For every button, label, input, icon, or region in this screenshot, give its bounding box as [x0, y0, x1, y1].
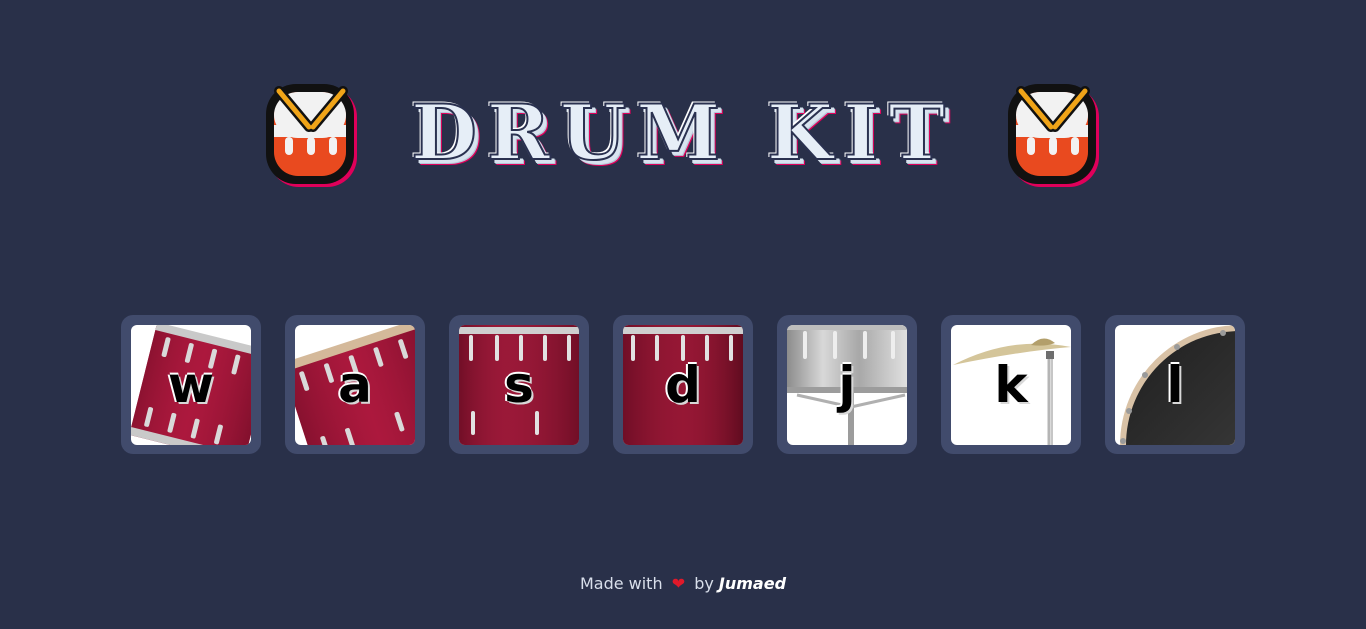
- key-letter: d: [665, 356, 701, 414]
- drum-key-k[interactable]: k: [941, 315, 1081, 454]
- kick-bass-image: l: [1115, 325, 1235, 445]
- key-letter: w: [167, 356, 215, 414]
- drum-key-j[interactable]: j: [777, 315, 917, 454]
- heart-icon: ❤: [671, 574, 686, 593]
- tom-4-image: d: [623, 325, 743, 445]
- drum-key-s[interactable]: s: [449, 315, 589, 454]
- tom-1-image: w: [131, 325, 251, 445]
- key-letter: a: [338, 356, 372, 414]
- header: DRUM KIT: [0, 74, 1366, 192]
- drum-key-a[interactable]: a: [285, 315, 425, 454]
- footer-by: by: [694, 574, 714, 593]
- snare-image: j: [787, 325, 907, 445]
- drum-key-d[interactable]: d: [613, 315, 753, 454]
- drum-key-row: w a s d j k l: [121, 315, 1245, 454]
- drum-with-sticks-icon: [265, 84, 357, 187]
- tom-2-image: a: [295, 325, 415, 445]
- drum-key-l[interactable]: l: [1105, 315, 1245, 454]
- footer: Made with ❤ by Jumaed: [0, 573, 1366, 595]
- key-letter: k: [994, 356, 1028, 414]
- key-letter: s: [504, 356, 534, 414]
- drum-with-sticks-icon: [1008, 84, 1100, 187]
- drum-key-w[interactable]: w: [121, 315, 261, 454]
- author-name[interactable]: Jumaed: [719, 574, 786, 593]
- key-letter: j: [838, 356, 856, 414]
- key-letter: l: [1166, 356, 1184, 414]
- crash-cymbal-image: k: [951, 325, 1071, 445]
- page-title: DRUM KIT: [410, 88, 956, 177]
- tom-3-image: s: [459, 325, 579, 445]
- footer-made-with: Made with: [579, 574, 663, 593]
